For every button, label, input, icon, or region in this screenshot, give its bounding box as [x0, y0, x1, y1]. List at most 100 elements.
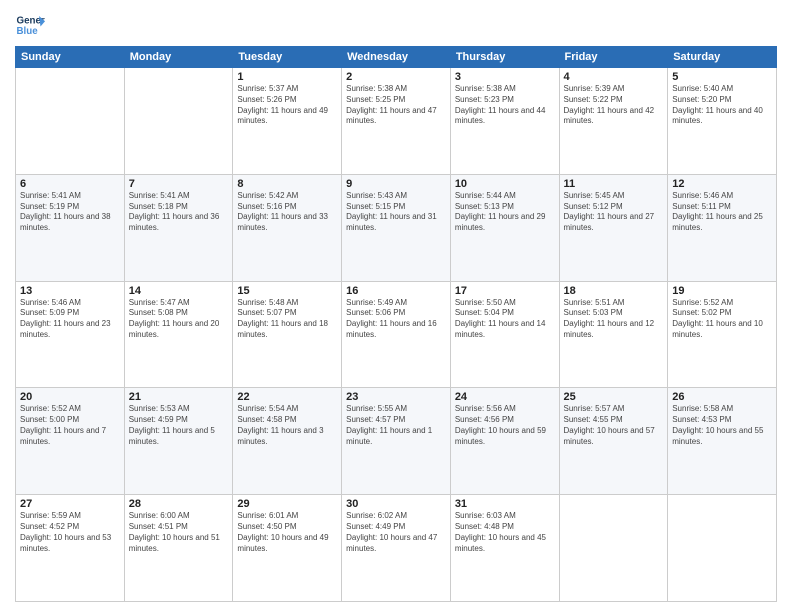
calendar-cell: 9Sunrise: 5:43 AM Sunset: 5:15 PM Daylig…: [342, 174, 451, 281]
calendar-cell: 31Sunrise: 6:03 AM Sunset: 4:48 PM Dayli…: [450, 495, 559, 602]
weekday-header-saturday: Saturday: [668, 47, 777, 68]
day-number: 31: [455, 498, 555, 510]
day-info: Sunrise: 5:53 AM Sunset: 4:59 PM Dayligh…: [129, 404, 229, 447]
week-row-4: 20Sunrise: 5:52 AM Sunset: 5:00 PM Dayli…: [16, 388, 777, 495]
day-number: 12: [672, 178, 772, 190]
svg-text:Blue: Blue: [17, 26, 39, 37]
day-number: 25: [564, 391, 664, 403]
calendar-cell: 6Sunrise: 5:41 AM Sunset: 5:19 PM Daylig…: [16, 174, 125, 281]
day-info: Sunrise: 6:01 AM Sunset: 4:50 PM Dayligh…: [237, 511, 337, 554]
day-number: 18: [564, 285, 664, 297]
calendar-cell: 23Sunrise: 5:55 AM Sunset: 4:57 PM Dayli…: [342, 388, 451, 495]
day-info: Sunrise: 6:02 AM Sunset: 4:49 PM Dayligh…: [346, 511, 446, 554]
day-number: 24: [455, 391, 555, 403]
calendar-cell: 5Sunrise: 5:40 AM Sunset: 5:20 PM Daylig…: [668, 68, 777, 175]
calendar-cell: 2Sunrise: 5:38 AM Sunset: 5:25 PM Daylig…: [342, 68, 451, 175]
day-info: Sunrise: 5:54 AM Sunset: 4:58 PM Dayligh…: [237, 404, 337, 447]
weekday-header-wednesday: Wednesday: [342, 47, 451, 68]
day-info: Sunrise: 6:00 AM Sunset: 4:51 PM Dayligh…: [129, 511, 229, 554]
calendar-cell: 24Sunrise: 5:56 AM Sunset: 4:56 PM Dayli…: [450, 388, 559, 495]
day-info: Sunrise: 5:41 AM Sunset: 5:18 PM Dayligh…: [129, 191, 229, 234]
page: General Blue SundayMondayTuesdayWednesda…: [0, 0, 792, 612]
day-info: Sunrise: 5:40 AM Sunset: 5:20 PM Dayligh…: [672, 84, 772, 127]
calendar-cell: [559, 495, 668, 602]
day-number: 27: [20, 498, 120, 510]
weekday-header-monday: Monday: [124, 47, 233, 68]
day-number: 13: [20, 285, 120, 297]
calendar-cell: 12Sunrise: 5:46 AM Sunset: 5:11 PM Dayli…: [668, 174, 777, 281]
logo-icon: General Blue: [15, 10, 45, 40]
day-number: 23: [346, 391, 446, 403]
day-info: Sunrise: 5:42 AM Sunset: 5:16 PM Dayligh…: [237, 191, 337, 234]
day-number: 20: [20, 391, 120, 403]
calendar-cell: 21Sunrise: 5:53 AM Sunset: 4:59 PM Dayli…: [124, 388, 233, 495]
day-info: Sunrise: 5:49 AM Sunset: 5:06 PM Dayligh…: [346, 298, 446, 341]
day-info: Sunrise: 5:47 AM Sunset: 5:08 PM Dayligh…: [129, 298, 229, 341]
calendar-cell: 20Sunrise: 5:52 AM Sunset: 5:00 PM Dayli…: [16, 388, 125, 495]
calendar-cell: 3Sunrise: 5:38 AM Sunset: 5:23 PM Daylig…: [450, 68, 559, 175]
day-info: Sunrise: 5:48 AM Sunset: 5:07 PM Dayligh…: [237, 298, 337, 341]
calendar-cell: [668, 495, 777, 602]
calendar-cell: [16, 68, 125, 175]
day-info: Sunrise: 5:56 AM Sunset: 4:56 PM Dayligh…: [455, 404, 555, 447]
day-number: 7: [129, 178, 229, 190]
calendar-cell: 14Sunrise: 5:47 AM Sunset: 5:08 PM Dayli…: [124, 281, 233, 388]
calendar-cell: 1Sunrise: 5:37 AM Sunset: 5:26 PM Daylig…: [233, 68, 342, 175]
day-info: Sunrise: 5:41 AM Sunset: 5:19 PM Dayligh…: [20, 191, 120, 234]
calendar-cell: 4Sunrise: 5:39 AM Sunset: 5:22 PM Daylig…: [559, 68, 668, 175]
day-info: Sunrise: 5:37 AM Sunset: 5:26 PM Dayligh…: [237, 84, 337, 127]
day-info: Sunrise: 5:39 AM Sunset: 5:22 PM Dayligh…: [564, 84, 664, 127]
day-info: Sunrise: 5:38 AM Sunset: 5:25 PM Dayligh…: [346, 84, 446, 127]
calendar-cell: 11Sunrise: 5:45 AM Sunset: 5:12 PM Dayli…: [559, 174, 668, 281]
day-number: 19: [672, 285, 772, 297]
day-info: Sunrise: 5:46 AM Sunset: 5:09 PM Dayligh…: [20, 298, 120, 341]
day-info: Sunrise: 5:52 AM Sunset: 5:00 PM Dayligh…: [20, 404, 120, 447]
calendar-cell: 17Sunrise: 5:50 AM Sunset: 5:04 PM Dayli…: [450, 281, 559, 388]
day-number: 2: [346, 71, 446, 83]
calendar-cell: 19Sunrise: 5:52 AM Sunset: 5:02 PM Dayli…: [668, 281, 777, 388]
header: General Blue: [15, 10, 777, 40]
day-number: 15: [237, 285, 337, 297]
weekday-header-row: SundayMondayTuesdayWednesdayThursdayFrid…: [16, 47, 777, 68]
calendar-cell: 16Sunrise: 5:49 AM Sunset: 5:06 PM Dayli…: [342, 281, 451, 388]
day-info: Sunrise: 5:38 AM Sunset: 5:23 PM Dayligh…: [455, 84, 555, 127]
day-number: 14: [129, 285, 229, 297]
calendar-cell: 28Sunrise: 6:00 AM Sunset: 4:51 PM Dayli…: [124, 495, 233, 602]
day-info: Sunrise: 5:59 AM Sunset: 4:52 PM Dayligh…: [20, 511, 120, 554]
day-number: 21: [129, 391, 229, 403]
weekday-header-tuesday: Tuesday: [233, 47, 342, 68]
day-number: 3: [455, 71, 555, 83]
calendar-cell: [124, 68, 233, 175]
calendar-cell: 15Sunrise: 5:48 AM Sunset: 5:07 PM Dayli…: [233, 281, 342, 388]
week-row-5: 27Sunrise: 5:59 AM Sunset: 4:52 PM Dayli…: [16, 495, 777, 602]
calendar-cell: 8Sunrise: 5:42 AM Sunset: 5:16 PM Daylig…: [233, 174, 342, 281]
day-info: Sunrise: 5:44 AM Sunset: 5:13 PM Dayligh…: [455, 191, 555, 234]
day-info: Sunrise: 5:43 AM Sunset: 5:15 PM Dayligh…: [346, 191, 446, 234]
day-info: Sunrise: 5:52 AM Sunset: 5:02 PM Dayligh…: [672, 298, 772, 341]
week-row-2: 6Sunrise: 5:41 AM Sunset: 5:19 PM Daylig…: [16, 174, 777, 281]
day-number: 1: [237, 71, 337, 83]
calendar-cell: 27Sunrise: 5:59 AM Sunset: 4:52 PM Dayli…: [16, 495, 125, 602]
day-number: 16: [346, 285, 446, 297]
day-number: 4: [564, 71, 664, 83]
calendar-cell: 7Sunrise: 5:41 AM Sunset: 5:18 PM Daylig…: [124, 174, 233, 281]
day-number: 17: [455, 285, 555, 297]
calendar-cell: 13Sunrise: 5:46 AM Sunset: 5:09 PM Dayli…: [16, 281, 125, 388]
day-info: Sunrise: 5:46 AM Sunset: 5:11 PM Dayligh…: [672, 191, 772, 234]
day-info: Sunrise: 5:50 AM Sunset: 5:04 PM Dayligh…: [455, 298, 555, 341]
day-number: 10: [455, 178, 555, 190]
calendar-cell: 25Sunrise: 5:57 AM Sunset: 4:55 PM Dayli…: [559, 388, 668, 495]
calendar-cell: 29Sunrise: 6:01 AM Sunset: 4:50 PM Dayli…: [233, 495, 342, 602]
day-number: 5: [672, 71, 772, 83]
day-info: Sunrise: 5:51 AM Sunset: 5:03 PM Dayligh…: [564, 298, 664, 341]
day-number: 8: [237, 178, 337, 190]
calendar-cell: 22Sunrise: 5:54 AM Sunset: 4:58 PM Dayli…: [233, 388, 342, 495]
weekday-header-thursday: Thursday: [450, 47, 559, 68]
day-number: 29: [237, 498, 337, 510]
week-row-3: 13Sunrise: 5:46 AM Sunset: 5:09 PM Dayli…: [16, 281, 777, 388]
day-number: 26: [672, 391, 772, 403]
calendar-table: SundayMondayTuesdayWednesdayThursdayFrid…: [15, 46, 777, 602]
logo: General Blue: [15, 10, 45, 40]
calendar-cell: 18Sunrise: 5:51 AM Sunset: 5:03 PM Dayli…: [559, 281, 668, 388]
day-number: 30: [346, 498, 446, 510]
